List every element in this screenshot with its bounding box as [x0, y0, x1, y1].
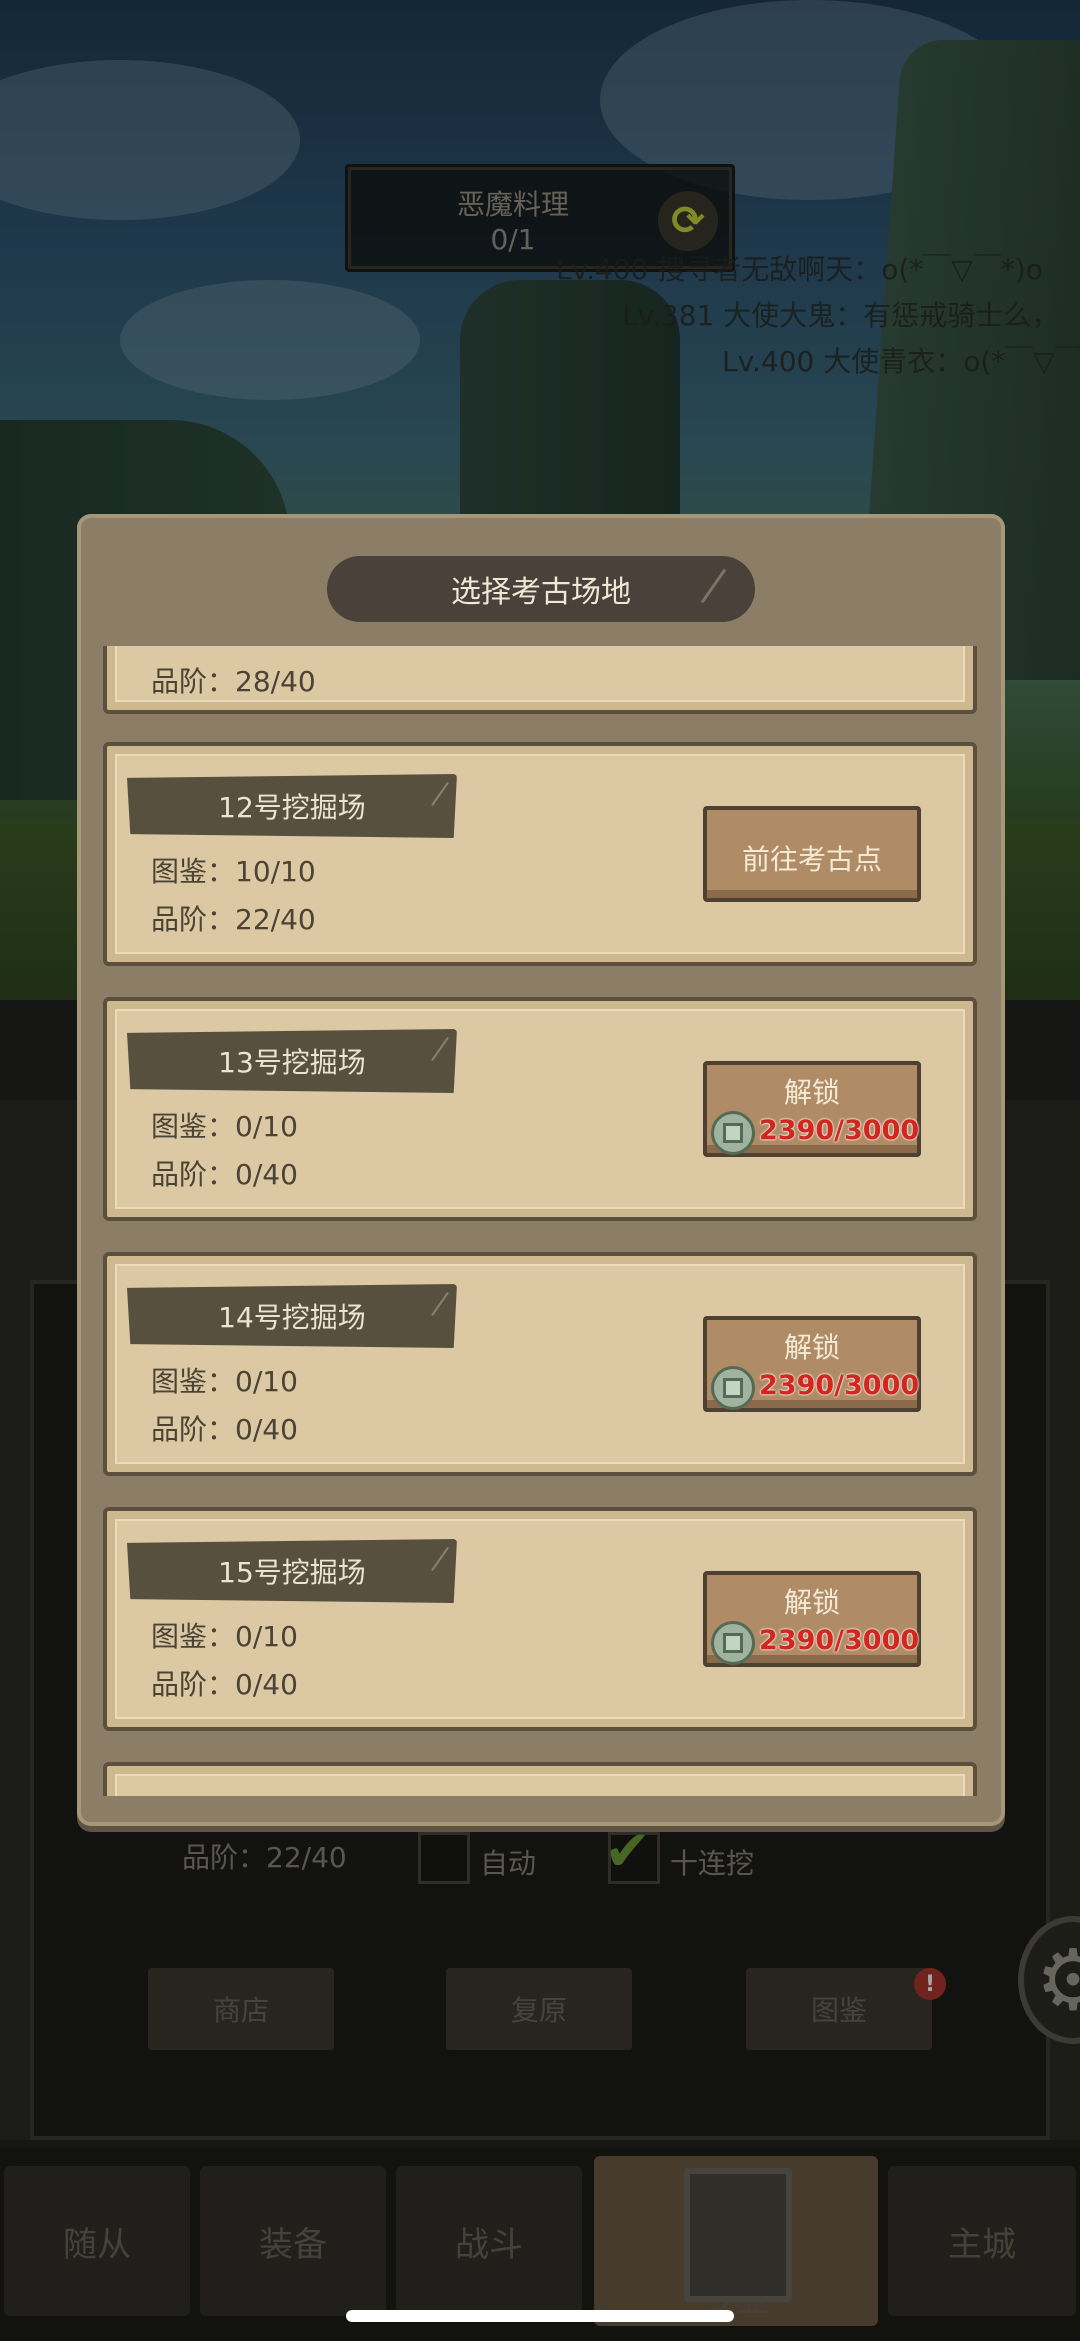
site-catalog: 图鉴：0/10 — [151, 1110, 298, 1143]
site-name: 12号挖掘场 — [127, 774, 457, 838]
unlock-cost: 2390/3000 — [759, 1115, 920, 1146]
modal-title: 选择考古场地 — [451, 575, 631, 610]
site-name: 13号挖掘场 — [127, 1029, 457, 1093]
site-grade: 品阶：22/40 — [151, 903, 316, 936]
home-indicator[interactable] — [346, 2310, 734, 2322]
site-name: 14号挖掘场 — [127, 1284, 457, 1348]
coin-icon — [711, 1111, 755, 1155]
site-select-modal: 选择考古场地 品阶：28/40 12号挖掘场 图鉴：10/10 品阶：22/40… — [77, 514, 1005, 1826]
site-card: 12号挖掘场 图鉴：10/10 品阶：22/40 前往考古点 — [103, 742, 977, 966]
site-grade: 品阶：28/40 — [151, 665, 316, 698]
unlock-label: 解锁 — [783, 1331, 840, 1364]
site-list[interactable]: 品阶：28/40 12号挖掘场 图鉴：10/10 品阶：22/40 前往考古点 … — [103, 646, 979, 1796]
unlock-button[interactable]: 解锁 2390/3000 — [703, 1061, 921, 1157]
modal-title-bar: 选择考古场地 — [327, 556, 755, 622]
site-name: 15号挖掘场 — [127, 1539, 457, 1603]
go-to-site-button[interactable]: 前往考古点 — [703, 806, 921, 902]
site-catalog: 图鉴：0/10 — [151, 1620, 298, 1653]
site-card: 13号挖掘场 图鉴：0/10 品阶：0/40 解锁 2390/3000 — [103, 997, 977, 1221]
coin-icon — [711, 1621, 755, 1665]
unlock-label: 解锁 — [783, 1076, 840, 1109]
unlock-label: 解锁 — [783, 1586, 840, 1619]
unlock-button[interactable]: 解锁 2390/3000 — [703, 1571, 921, 1667]
go-to-site-label: 前往考古点 — [741, 843, 882, 876]
site-catalog: 图鉴：0/10 — [151, 1365, 298, 1398]
site-card — [103, 1762, 977, 1796]
site-card: 15号挖掘场 图鉴：0/10 品阶：0/40 解锁 2390/3000 — [103, 1507, 977, 1731]
unlock-button[interactable]: 解锁 2390/3000 — [703, 1316, 921, 1412]
site-grade: 品阶：0/40 — [151, 1158, 298, 1191]
site-card: 品阶：28/40 — [103, 646, 977, 714]
coin-icon — [711, 1366, 755, 1410]
site-card: 14号挖掘场 图鉴：0/10 品阶：0/40 解锁 2390/3000 — [103, 1252, 977, 1476]
site-grade: 品阶：0/40 — [151, 1413, 298, 1446]
site-grade: 品阶：0/40 — [151, 1668, 298, 1701]
site-catalog: 图鉴：10/10 — [151, 855, 316, 888]
unlock-cost: 2390/3000 — [759, 1370, 920, 1401]
unlock-cost: 2390/3000 — [759, 1625, 920, 1656]
